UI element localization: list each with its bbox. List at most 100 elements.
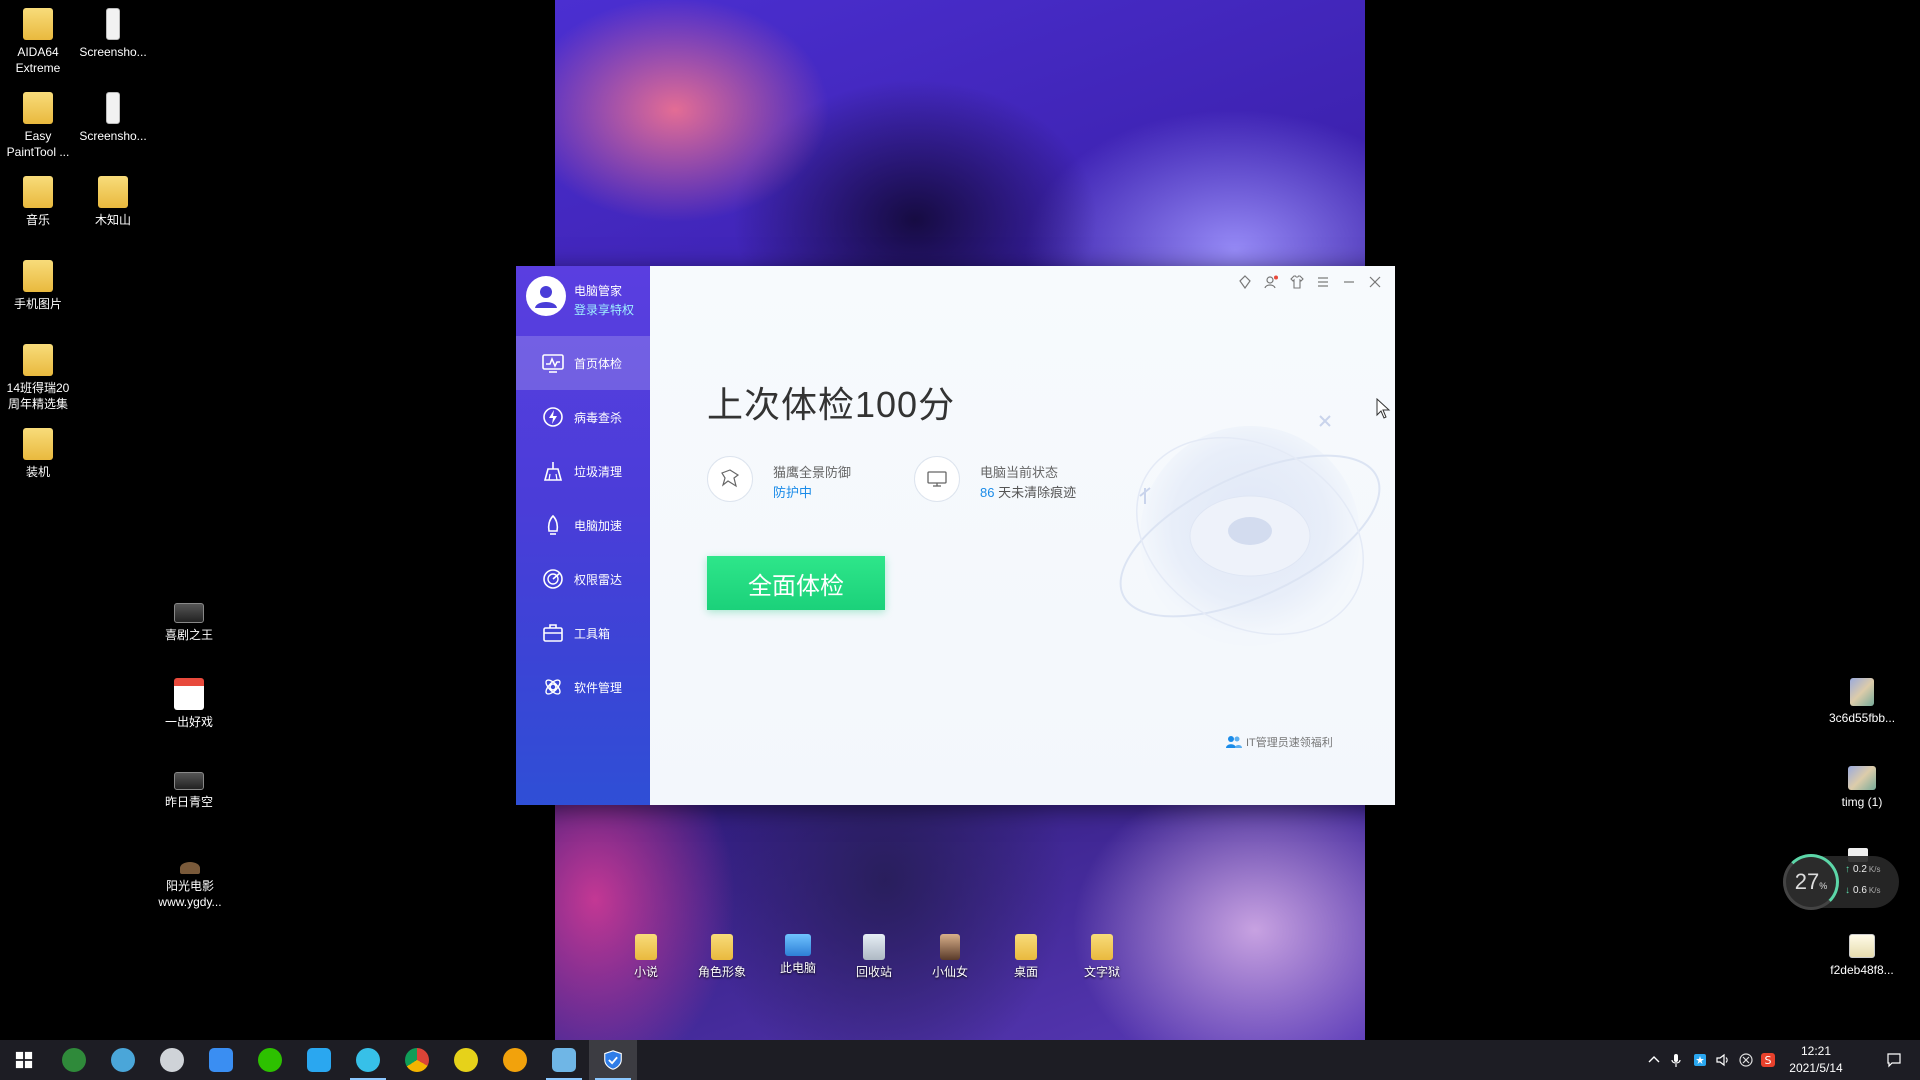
protection-status[interactable]: 猫鹰全景防御 防护中 — [707, 456, 867, 506]
full-checkup-button[interactable]: 全面体检 — [707, 556, 885, 610]
desktop-icon-phone-pictures[interactable]: 手机图片 — [0, 260, 76, 312]
desktop-icon-screenshot-2[interactable]: Screensho... — [75, 92, 151, 144]
desktop-icon-label: 角色形象 — [697, 965, 746, 979]
windows-logo-icon — [15, 1051, 33, 1069]
lightning-shield-icon — [543, 407, 563, 427]
tray-microphone[interactable] — [1666, 1040, 1686, 1080]
planet-decoration-icon — [1119, 415, 1381, 646]
desktop-icon-novels[interactable]: 小说 — [608, 934, 684, 980]
minimize-button[interactable] — [1341, 274, 1357, 290]
sidebar-item-label: 首页体检 — [574, 356, 623, 371]
desktop-icon-class14-album[interactable]: 14班得瑞20 周年精选集 — [0, 344, 76, 412]
tray-network-disabled[interactable] — [1736, 1040, 1756, 1080]
traces-days-suffix: 天未清除痕迹 — [994, 485, 1077, 500]
g-app-icon — [503, 1048, 527, 1072]
taskbar-clock[interactable]: 12:21 2021/5/14 — [1776, 1043, 1856, 1077]
it-admin-benefits-label: IT管理员速领福利 — [1246, 737, 1333, 749]
desktop-icon-recycle-bin[interactable]: 回收站 — [836, 934, 912, 980]
folder-icon — [635, 934, 657, 960]
microphone-icon — [1671, 1054, 1681, 1067]
desktop-icon-label: 桌面 — [1013, 965, 1038, 979]
tray-pc-manager[interactable] — [1690, 1040, 1710, 1080]
close-icon — [1369, 276, 1381, 288]
sidebar-item-speedup[interactable]: 电脑加速 — [516, 498, 650, 552]
taskbar-app-pc-manager[interactable] — [589, 1040, 637, 1080]
system-monitor-widget[interactable]: 27% ↑ 0.2 K/s ↓ 0.6 K/s — [1783, 854, 1899, 910]
desktop-icon-muzhishan[interactable]: 木知山 — [75, 176, 151, 228]
desktop-icon-label: Easy PaintTool ... — [6, 129, 70, 159]
download-speed-unit: K/s — [1868, 886, 1881, 895]
account-button[interactable] — [1263, 274, 1279, 290]
taskbar-app-edge[interactable] — [344, 1040, 392, 1080]
desktop-icon-timg[interactable]: timg (1) — [1822, 766, 1902, 810]
sidebar-item-toolbox[interactable]: 工具箱 — [516, 606, 650, 660]
xbox-icon — [62, 1048, 86, 1072]
file-icon — [106, 92, 120, 124]
start-button[interactable] — [0, 1040, 48, 1080]
desktop-icon-king-of-comedy[interactable]: 喜剧之王 — [151, 603, 227, 643]
pc-status[interactable]: 电脑当前状态 86 天未清除痕迹 — [914, 456, 1114, 506]
upload-arrow-icon: ↑ — [1845, 864, 1850, 875]
taskbar-app-g[interactable] — [491, 1040, 539, 1080]
edge-icon — [356, 1048, 380, 1072]
desktop-icon-music[interactable]: 音乐 — [0, 176, 76, 228]
image-icon — [1848, 766, 1876, 790]
desktop-icon-screenshot-1[interactable]: Screensho... — [75, 8, 151, 60]
folder-icon — [1015, 934, 1037, 960]
action-center-button[interactable] — [1876, 1040, 1912, 1080]
steam-icon — [160, 1048, 184, 1072]
theme-button[interactable] — [1289, 274, 1305, 290]
desktop-icon-label: Screensho... — [79, 129, 147, 143]
skin-button[interactable] — [1237, 274, 1253, 290]
desktop-icon-label: 音乐 — [25, 213, 50, 227]
taskbar-app-notes[interactable] — [197, 1040, 245, 1080]
sidebar-item-software-manager[interactable]: 软件管理 — [516, 660, 650, 714]
tray-volume[interactable] — [1712, 1040, 1734, 1080]
file-icon — [106, 8, 120, 40]
download-arrow-icon: ↓ — [1845, 885, 1850, 896]
desktop-icon-aida64[interactable]: AIDA64 Extreme — [0, 8, 76, 76]
close-button[interactable] — [1367, 274, 1383, 290]
sidebar-item-home-checkup[interactable]: 首页体检 — [516, 336, 650, 390]
taskbar-app-steam[interactable] — [148, 1040, 196, 1080]
desktop-icon-fairy[interactable]: 小仙女 — [912, 934, 988, 980]
login-link[interactable]: 登录享特权 — [574, 301, 634, 318]
avatar[interactable] — [526, 276, 566, 316]
sidebar-item-virus-scan[interactable]: 病毒查杀 — [516, 390, 650, 444]
taskbar-app-wechat[interactable] — [246, 1040, 294, 1080]
desktop-icon-one-good-show[interactable]: 一出好戏 — [151, 678, 227, 730]
folder-icon — [711, 934, 733, 960]
desktop-icon-ygdy[interactable]: 阳光电影 www.ygdy... — [151, 862, 229, 910]
folder-icon — [23, 8, 53, 40]
taskbar-app-chrome[interactable] — [393, 1040, 441, 1080]
movie-site-icon — [180, 862, 200, 874]
shield-check-icon — [604, 1050, 622, 1070]
taskbar-app-ie[interactable] — [99, 1040, 147, 1080]
chevron-up-icon — [1648, 1056, 1660, 1063]
tray-input-method[interactable]: S — [1758, 1040, 1778, 1080]
sidebar-item-permission-radar[interactable]: 权限雷达 — [516, 552, 650, 606]
taskbar-app-xbox[interactable] — [50, 1040, 98, 1080]
it-admin-benefits-link[interactable]: IT管理员速领福利 — [1226, 734, 1333, 750]
protection-label: 猫鹰全景防御 — [773, 465, 852, 480]
profile-area[interactable]: 电脑管家 登录享特权 — [526, 276, 646, 320]
desktop-icon-yesterday-sky[interactable]: 昨日青空 — [151, 772, 227, 810]
upload-speed-value: 0.2 — [1853, 864, 1867, 875]
taskbar-app-qq[interactable] — [295, 1040, 343, 1080]
desktop-icon-this-pc[interactable]: 此电脑 — [760, 934, 836, 976]
menu-button[interactable] — [1315, 274, 1331, 290]
pc-status-label: 电脑当前状态 — [980, 465, 1059, 480]
desktop-icon-label: f2deb48f8... — [1830, 963, 1894, 977]
sidebar-item-junk-clean[interactable]: 垃圾清理 — [516, 444, 650, 498]
taskbar-app-media[interactable] — [442, 1040, 490, 1080]
desktop-icon-f2deb48f8[interactable]: f2deb48f8... — [1822, 934, 1902, 978]
desktop-icon-easy-painttool[interactable]: Easy PaintTool ... — [0, 92, 76, 160]
desktop-icon-3c6d55fbb[interactable]: 3c6d55fbb... — [1822, 678, 1902, 726]
desktop-icon-install[interactable]: 装机 — [0, 428, 76, 480]
desktop-icon-desktop-folder[interactable]: 桌面 — [988, 934, 1064, 980]
video-icon — [174, 603, 204, 623]
desktop-icon-wenziyu[interactable]: 文字狱 — [1064, 934, 1140, 980]
tray-overflow-button[interactable] — [1644, 1040, 1664, 1080]
desktop-icon-characters[interactable]: 角色形象 — [684, 934, 760, 980]
taskbar-app-store[interactable] — [540, 1040, 588, 1080]
